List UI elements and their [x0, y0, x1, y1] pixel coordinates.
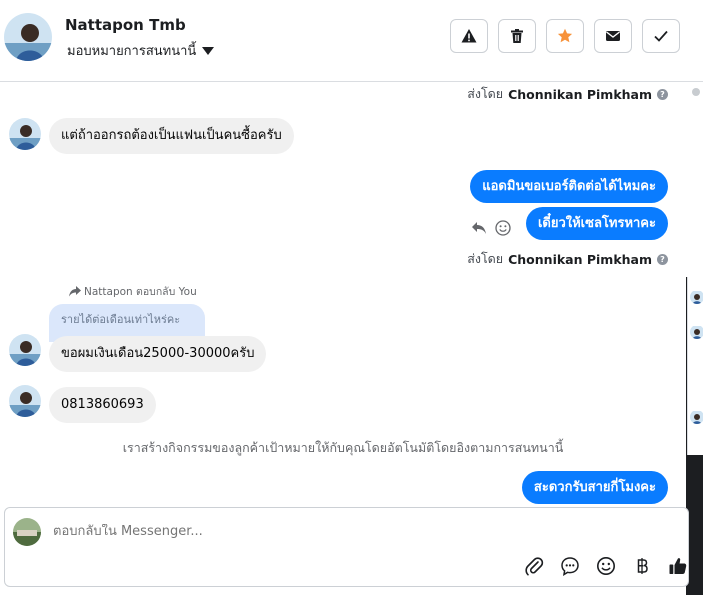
mark-done-button[interactable] [642, 19, 680, 53]
like-icon[interactable] [667, 555, 689, 577]
delete-button[interactable] [498, 19, 536, 53]
react-emoji-icon[interactable] [495, 220, 511, 236]
assign-conversation-dropdown[interactable]: มอบหมายการสนทนานี้ [67, 40, 215, 61]
check-icon [654, 30, 668, 42]
reply-composer [4, 507, 689, 587]
trash-icon [511, 29, 523, 43]
paperclip-icon[interactable] [523, 555, 545, 577]
incoming-message[interactable]: 0813860693 [49, 387, 156, 423]
contact-avatar-small[interactable] [9, 385, 41, 417]
sent-by-agent-name: Chonnikan Pimkham [508, 86, 652, 102]
outgoing-message[interactable]: สะดวกรับสายกี่โมงคะ [521, 471, 668, 504]
outgoing-message[interactable]: เดี๋ยวให้เซลโทรหาคะ [525, 207, 668, 240]
emoji-icon[interactable] [595, 555, 617, 577]
star-icon [557, 28, 573, 43]
sent-by-prefix: ส่งโดย [467, 251, 504, 266]
baht-icon[interactable] [631, 555, 653, 577]
incoming-message[interactable]: ขอผมเงินเดือน25000-30000ครับ [49, 336, 267, 372]
system-note: เราสร้างกิจกรรมของลูกค้าเป้าหมายให้กับคุ… [122, 440, 564, 455]
contact-avatar[interactable] [4, 13, 52, 61]
forward-reply-icon [69, 286, 81, 297]
envelope-icon [606, 31, 620, 41]
page-avatar [13, 518, 41, 546]
reply-input[interactable] [53, 524, 503, 539]
sent-by-label: ส่งโดย Chonnikan Pimkham ? [467, 84, 668, 104]
contact-avatar-small[interactable] [9, 334, 41, 366]
report-button[interactable] [450, 19, 488, 53]
contact-name[interactable]: Nattapon Tmb [65, 16, 186, 34]
warning-icon [461, 29, 477, 43]
saved-reply-icon[interactable] [559, 555, 581, 577]
info-icon[interactable]: ? [657, 253, 668, 265]
assign-label: มอบหมายการสนทนานี้ [67, 44, 197, 59]
caret-down-icon [202, 46, 215, 55]
side-panel-avatar[interactable] [690, 410, 703, 424]
incoming-message[interactable]: แต่ถ้าออกรถต้องเป็นแฟนเป็นคนซื้อครับ [49, 118, 294, 154]
contact-avatar-small[interactable] [9, 118, 41, 150]
reply-context-text: Nattapon ตอบกลับ You [84, 286, 197, 298]
side-panel-avatar[interactable] [690, 325, 703, 339]
sent-by-prefix: ส่งโดย [467, 86, 504, 101]
conversation-header: Nattapon Tmb มอบหมายการสนทนานี้ [0, 0, 703, 82]
reply-context-label: Nattapon ตอบกลับ You [69, 283, 197, 300]
mark-unread-button[interactable] [594, 19, 632, 53]
sent-by-label: ส่งโดย Chonnikan Pimkham ? [467, 249, 668, 269]
sent-by-agent-name: Chonnikan Pimkham [508, 251, 652, 267]
scroll-indicator[interactable] [692, 88, 700, 96]
side-panel-avatar[interactable] [690, 290, 703, 304]
star-button[interactable] [546, 19, 584, 53]
info-icon[interactable]: ? [657, 88, 668, 100]
outgoing-message[interactable]: แอดมินขอเบอร์ติดต่อได้ไหมคะ [470, 170, 668, 203]
reply-icon[interactable] [471, 221, 487, 235]
